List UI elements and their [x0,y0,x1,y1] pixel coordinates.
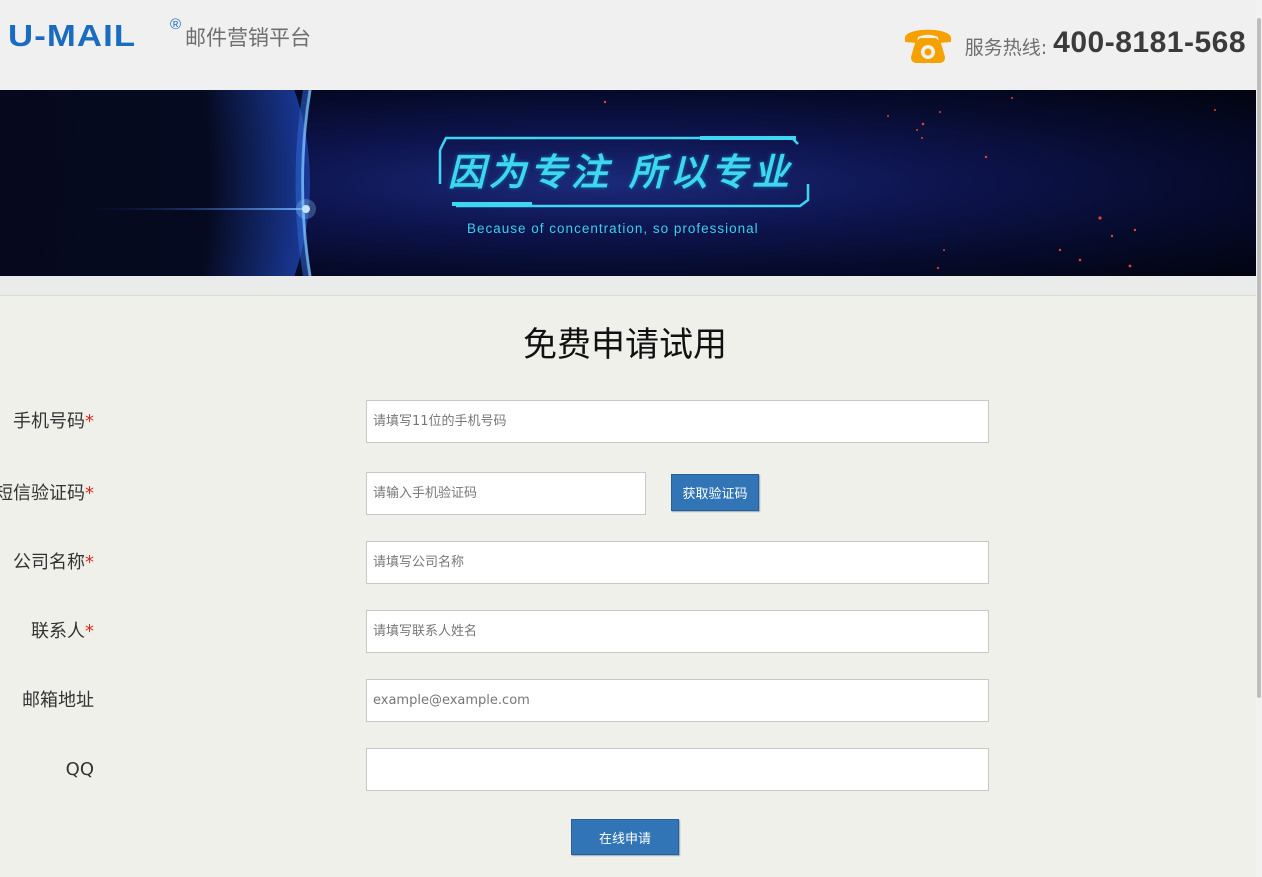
hotline-label: 服务热线: [964,36,1048,59]
form-row-phone: 手机号码* [0,400,1000,443]
vertical-scrollbar[interactable] [1256,0,1262,877]
hotline-number: 400-8181-568 [1053,26,1246,59]
scrollbar-thumb[interactable] [1257,18,1261,698]
brand-logo[interactable]: U-MAIL ® 邮件营销平台 [8,16,311,58]
site-header: U-MAIL ® 邮件营销平台 服务热线: 400-8181-568 [0,0,1256,90]
contact-input[interactable] [366,610,989,653]
form-title: 免费申请试用 [523,325,727,365]
hero-banner: 因为专注 所以专业 Because of concentration, so p… [0,90,1256,276]
qq-input[interactable] [366,748,989,791]
contact-label: 联系人* [31,621,94,642]
required-mark: * [85,552,94,573]
get-code-button[interactable]: 获取验证码 [671,474,759,511]
sms-code-input[interactable] [366,472,646,515]
required-mark: * [85,621,94,642]
divider-strip [0,276,1256,296]
form-row-email: 邮箱地址 [0,679,1000,722]
form-row-company: 公司名称* [0,541,1000,584]
sms-code-label: 短信验证码* [0,483,94,504]
service-hotline: 服务热线: 400-8181-568 [901,18,1246,68]
logo-mark: U-MAIL [8,18,137,53]
submit-button[interactable]: 在线申请 [571,819,679,855]
required-mark: * [85,411,94,432]
logo-subtitle: 邮件营销平台 [185,26,311,50]
email-input[interactable] [366,679,989,722]
banner-title: 因为专注 所以专业 [448,151,793,194]
form-row-sms-code: 短信验证码* 获取验证码 [0,472,1000,515]
phone-label: 手机号码* [13,411,94,432]
phone-input[interactable] [366,400,989,443]
registered-mark: ® [170,16,182,33]
company-input[interactable] [366,541,989,584]
banner-subtitle: Because of concentration, so professiona… [467,221,759,236]
company-label: 公司名称* [13,552,94,573]
phone-icon [904,29,951,63]
form-row-qq: QQ [0,748,1000,791]
qq-label: QQ [65,759,94,780]
email-label: 邮箱地址 [22,690,94,711]
required-mark: * [85,483,94,504]
form-row-contact: 联系人* [0,610,1000,653]
